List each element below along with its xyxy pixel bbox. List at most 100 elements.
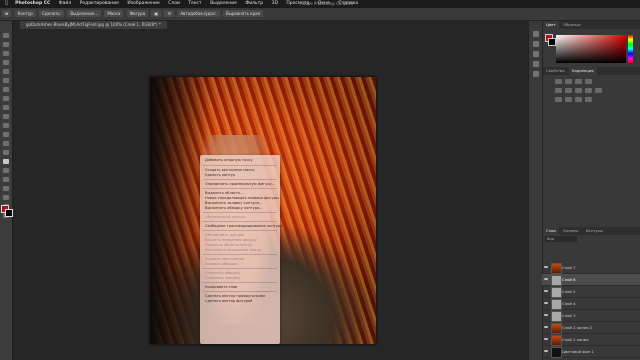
paragraph-panel-icon[interactable]	[533, 71, 539, 77]
eye-icon[interactable]	[544, 350, 548, 352]
mask-button[interactable]: Маска	[104, 10, 124, 17]
eye-icon[interactable]	[544, 278, 548, 280]
hand-tool-icon[interactable]	[3, 195, 9, 200]
tab-paths[interactable]: Контуры	[583, 228, 606, 233]
levels-adjust-icon[interactable]	[565, 79, 572, 84]
history-brush-tool-icon[interactable]	[3, 114, 9, 119]
ctx-fill-path[interactable]: Выполнить заливку контура...	[205, 201, 262, 205]
tab-channels[interactable]: Каналы	[560, 228, 581, 233]
layer-row[interactable]: Цветовой фон 1	[542, 346, 640, 358]
menu-image[interactable]: Изображение	[127, 1, 159, 6]
brush-tool-icon[interactable]	[3, 96, 9, 101]
menu-layers[interactable]: Слои	[168, 1, 180, 6]
ctx-make-selection[interactable]: Выделить область...	[205, 191, 244, 195]
ctx-free-transform-path[interactable]: Свободное трансформирование контура	[205, 224, 282, 228]
ctx-make-vector-mask[interactable]: Создать векторную маску	[205, 168, 255, 172]
align-edges-checkbox[interactable]: Выровнять края	[222, 10, 264, 17]
hue-sat-adjust-icon[interactable]	[565, 88, 572, 93]
pen-tool-icon[interactable]	[3, 159, 9, 164]
menu-3d[interactable]: 3D	[272, 1, 278, 6]
layer-thumbnail	[551, 311, 562, 322]
eye-icon[interactable]	[544, 266, 548, 268]
eye-icon[interactable]	[544, 290, 548, 292]
color-balance-adjust-icon[interactable]	[575, 88, 582, 93]
ctx-stroke-path[interactable]: Выполнить обводку контура...	[205, 206, 263, 210]
photo-filter-adjust-icon[interactable]	[595, 88, 602, 93]
move-tool-icon[interactable]	[3, 33, 9, 38]
bw-adjust-icon[interactable]	[585, 88, 592, 93]
layer-filter-select[interactable]: Вид	[545, 236, 577, 242]
marquee-tool-icon[interactable]	[3, 42, 9, 47]
shape-button[interactable]: Фигура	[126, 10, 149, 17]
shape-tool-icon[interactable]	[3, 186, 9, 191]
color-picker-field[interactable]	[556, 35, 626, 63]
gradient-map-adjust-icon[interactable]	[585, 97, 592, 102]
invert-adjust-icon[interactable]	[555, 97, 562, 102]
selection-button[interactable]: Выделение...	[67, 10, 102, 17]
menu-app[interactable]: Photoshop CC	[15, 1, 50, 6]
posterize-adjust-icon[interactable]	[565, 97, 572, 102]
menu-type[interactable]: Текст	[188, 1, 201, 6]
apple-icon[interactable]: 	[5, 1, 8, 6]
ctx-add-anchor-point[interactable]: Добавить опорную точку	[205, 158, 253, 162]
menu-edit[interactable]: Редактирование	[80, 1, 119, 6]
layer-row[interactable]: Слой 5	[542, 286, 640, 298]
brush-panel-icon[interactable]	[533, 51, 539, 57]
tab-color[interactable]: Цвет	[543, 21, 559, 29]
eye-icon[interactable]	[544, 302, 548, 304]
layer-row[interactable]: Слой 2 копия 2	[542, 322, 640, 334]
menu-file[interactable]: Файл	[59, 1, 71, 6]
ctx-make-vector-shape[interactable]: Сделать вектор фигурой	[205, 299, 253, 303]
path-select-tool-icon[interactable]	[3, 177, 9, 182]
hue-slider[interactable]	[628, 35, 633, 63]
tab-adjustments[interactable]: Коррекция	[568, 67, 597, 75]
layer-row[interactable]: Слой 7	[542, 262, 640, 274]
fill-mode-select[interactable]: Контур	[14, 10, 36, 17]
autoadd-checkbox[interactable]: Автодобав./удал.	[177, 10, 220, 17]
panel-background-swatch[interactable]	[548, 38, 556, 46]
tab-properties[interactable]: Свойства	[543, 68, 568, 73]
threshold-adjust-icon[interactable]	[575, 97, 582, 102]
document-tab[interactable]: goDarkAshes-BluesByJMLArtFigFeld.jpg @ 1…	[20, 21, 167, 29]
history-panel-icon[interactable]	[533, 31, 539, 37]
clone-stamp-tool-icon[interactable]	[3, 105, 9, 110]
curves-adjust-icon[interactable]	[575, 79, 582, 84]
ctx-separator	[203, 230, 277, 231]
path-ops-icon[interactable]: ▣	[151, 10, 162, 17]
layer-row[interactable]: Слой 6	[542, 274, 640, 286]
eyedropper-tool-icon[interactable]	[3, 78, 9, 83]
ctx-copy-layers[interactable]: Копировать слои	[205, 285, 237, 289]
character-panel-icon[interactable]	[533, 61, 539, 67]
ctx-delete-path[interactable]: Удалить контур	[205, 173, 235, 177]
background-color-swatch[interactable]	[5, 209, 13, 217]
gradient-tool-icon[interactable]	[3, 132, 9, 137]
layer-row[interactable]: Слой 4	[542, 298, 640, 310]
healing-tool-icon[interactable]	[3, 87, 9, 92]
tool-preset-picker[interactable]: ✿	[2, 10, 12, 17]
layer-row[interactable]: Слой 3	[542, 310, 640, 322]
lasso-tool-icon[interactable]	[3, 51, 9, 56]
ctx-separator	[203, 254, 277, 255]
ctx-make-vector-rectangle[interactable]: Сделать вектор прямоугольник	[205, 294, 265, 298]
eye-icon[interactable]	[544, 326, 548, 328]
tab-swatches[interactable]: Образцы	[560, 22, 584, 27]
quick-select-tool-icon[interactable]	[3, 60, 9, 65]
menu-select[interactable]: Выделение	[210, 1, 237, 6]
type-tool-icon[interactable]	[3, 168, 9, 173]
properties-panel-icon[interactable]	[533, 41, 539, 47]
eye-icon[interactable]	[544, 314, 548, 316]
eraser-tool-icon[interactable]	[3, 123, 9, 128]
exposure-adjust-icon[interactable]	[585, 79, 592, 84]
brightness-adjust-icon[interactable]	[555, 79, 562, 84]
vibrance-adjust-icon[interactable]	[555, 88, 562, 93]
ctx-new-shape-fill[interactable]: Новая определяющая заливки фигуры	[205, 196, 279, 200]
path-align-icon[interactable]: ☰	[164, 10, 175, 17]
ctx-define-custom-shape[interactable]: Определить произвольную фигуру...	[205, 182, 275, 186]
eye-icon[interactable]	[544, 338, 548, 340]
blur-tool-icon[interactable]	[3, 141, 9, 146]
dodge-tool-icon[interactable]	[3, 150, 9, 155]
crop-tool-icon[interactable]	[3, 69, 9, 74]
tab-layers[interactable]: Слои	[543, 227, 559, 235]
layer-row[interactable]: Слой 2 копия	[542, 334, 640, 346]
menu-filter[interactable]: Фильтр	[245, 1, 263, 6]
